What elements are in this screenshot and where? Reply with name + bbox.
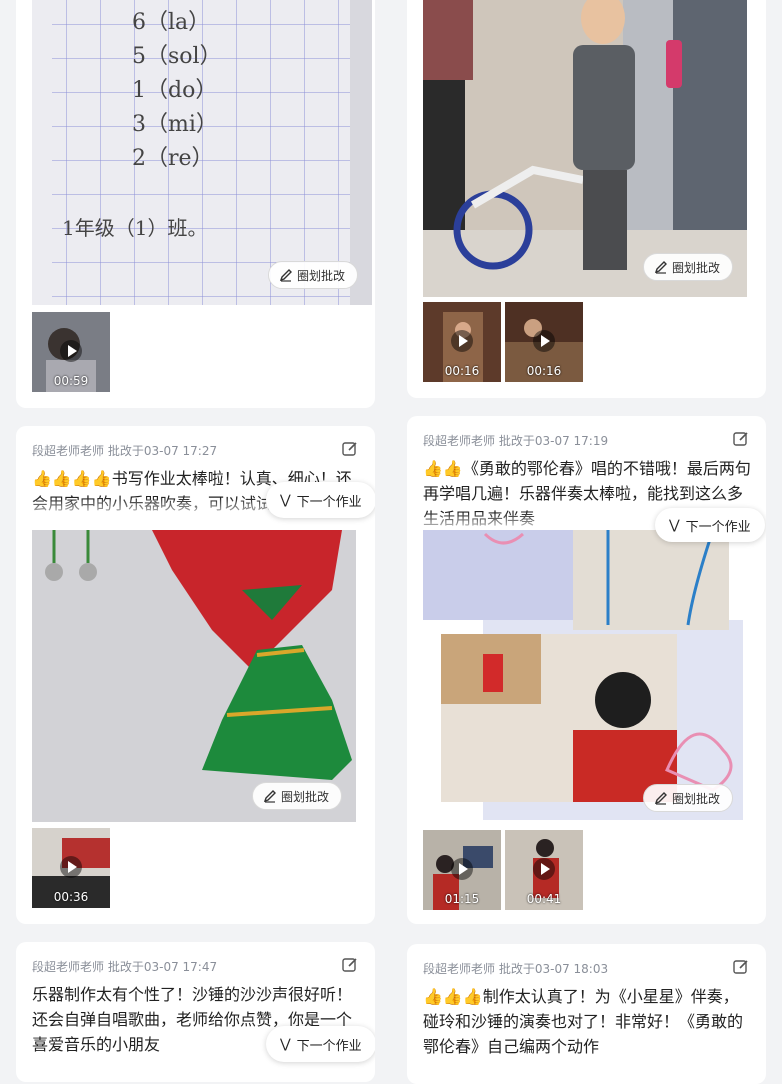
video-duration: 00:41 [526, 892, 562, 906]
review-meta: 段超老师老师 批改于03-07 17:47 [32, 958, 217, 975]
video-thumbnail[interactable]: 01:15 [423, 830, 501, 910]
pen-icon [263, 790, 276, 803]
emoji: 👍👍👍 [423, 987, 483, 1006]
homework-photo[interactable]: 6（la） 5（sol） 1（do） 3（mi） 2（re） 1年级（1）班。 … [32, 0, 372, 305]
notebook-line-4: 3（mi） [132, 112, 218, 137]
annotate-label: 圈划批改 [280, 789, 329, 804]
video-thumbnail[interactable]: 00:16 [505, 302, 583, 382]
next-label: 下一个作业 [296, 1038, 362, 1054]
video-duration: 00:16 [444, 364, 480, 378]
review-time: 批改于03-07 17:47 [107, 960, 218, 974]
teacher-name: 段超老师老师 [32, 444, 105, 458]
pen-icon [279, 269, 292, 282]
double-chevron-down-icon: ⋁ [280, 1036, 291, 1052]
video-thumbnail[interactable]: 00:59 [32, 312, 110, 392]
edit-icon[interactable] [341, 440, 359, 458]
notebook-line-2: 5（sol） [132, 44, 222, 69]
review-time: 批改于03-07 17:19 [498, 434, 609, 448]
teacher-name: 段超老师老师 [423, 962, 496, 976]
annotate-button[interactable]: 圈划批改 [642, 253, 733, 281]
video-duration: 00:59 [53, 374, 89, 388]
notebook-line-6: 1年级（1）班。 [62, 216, 208, 240]
notebook-line-1: 6（la） [132, 10, 211, 35]
review-meta: 段超老师老师 批改于03-07 17:27 [32, 442, 217, 459]
emoji: 👍👍 [423, 459, 463, 478]
play-icon [60, 340, 82, 362]
double-chevron-down-icon: ⋁ [669, 517, 680, 533]
homework-card-5: 段超老师老师 批改于03-07 17:47 乐器制作太有个性了！沙锤的沙沙声很好… [16, 942, 375, 1082]
pen-icon [654, 261, 667, 274]
homework-card-2: 圈划批改 00:16 00:16 [407, 0, 766, 398]
next-homework-button[interactable]: ⋁ 下一个作业 [655, 508, 765, 542]
next-homework-button[interactable]: ⋁ 下一个作业 [266, 482, 375, 518]
homework-card-1: 6（la） 5（sol） 1（do） 3（mi） 2（re） 1年级（1）班。 … [16, 0, 375, 408]
play-icon [533, 858, 555, 880]
notebook-line-5: 2（re） [132, 146, 214, 171]
annotate-label: 圈划批改 [296, 268, 345, 283]
pen-icon [654, 792, 667, 805]
review-time: 批改于03-07 18:03 [498, 962, 609, 976]
teacher-name: 段超老师老师 [32, 960, 105, 974]
review-time: 批改于03-07 17:27 [107, 444, 218, 458]
review-meta: 段超老师老师 批改于03-07 18:03 [423, 960, 608, 977]
homework-photo[interactable]: 圈划批改 [423, 0, 747, 297]
homework-card-6: 段超老师老师 批改于03-07 18:03 👍👍👍制作太认真了！为《小星星》伴奏… [407, 944, 766, 1084]
homework-card-4: 段超老师老师 批改于03-07 17:19 👍👍《勇敢的鄂伦春》唱的不错哦！最后… [407, 416, 766, 924]
teacher-comment: 👍👍👍制作太认真了！为《小星星》伴奏，碰玲和沙锤的演奏也对了！非常好！《勇敢的鄂… [423, 984, 752, 1059]
video-duration: 00:16 [526, 364, 562, 378]
edit-icon[interactable] [732, 958, 750, 976]
review-meta: 段超老师老师 批改于03-07 17:19 [423, 432, 608, 449]
play-icon [60, 856, 82, 878]
annotate-label: 圈划批改 [671, 260, 720, 275]
teacher-name: 段超老师老师 [423, 434, 496, 448]
annotate-button[interactable]: 圈划批改 [642, 784, 733, 812]
play-icon [451, 858, 473, 880]
homework-card-3: 段超老师老师 批改于03-07 17:27 👍👍👍👍书写作业太棒啦！认真、细心！… [16, 426, 375, 924]
annotate-button[interactable]: 圈划批改 [251, 782, 342, 810]
next-label: 下一个作业 [296, 494, 362, 510]
edit-icon[interactable] [732, 430, 750, 448]
play-icon [533, 330, 555, 352]
photo-scene [32, 530, 356, 822]
photo-collage [423, 530, 747, 826]
annotate-label: 圈划批改 [671, 791, 720, 806]
play-icon [451, 330, 473, 352]
next-label: 下一个作业 [685, 519, 751, 535]
video-thumbnail[interactable]: 00:41 [505, 830, 583, 910]
annotate-button[interactable]: 圈划批改 [267, 261, 358, 289]
video-thumbnail[interactable]: 00:16 [423, 302, 501, 382]
video-thumbnail[interactable]: 00:36 [32, 828, 110, 908]
video-duration: 00:36 [53, 890, 89, 904]
video-duration: 01:15 [444, 892, 480, 906]
homework-photo[interactable]: 圈划批改 [32, 530, 356, 822]
emoji: 👍👍👍👍 [32, 469, 112, 488]
notebook-line-3: 1（do） [132, 78, 218, 103]
edit-icon[interactable] [341, 956, 359, 974]
homework-photo[interactable]: 圈划批改 [423, 530, 747, 826]
double-chevron-down-icon: ⋁ [280, 492, 291, 508]
next-homework-button[interactable]: ⋁ 下一个作业 [266, 1026, 375, 1062]
